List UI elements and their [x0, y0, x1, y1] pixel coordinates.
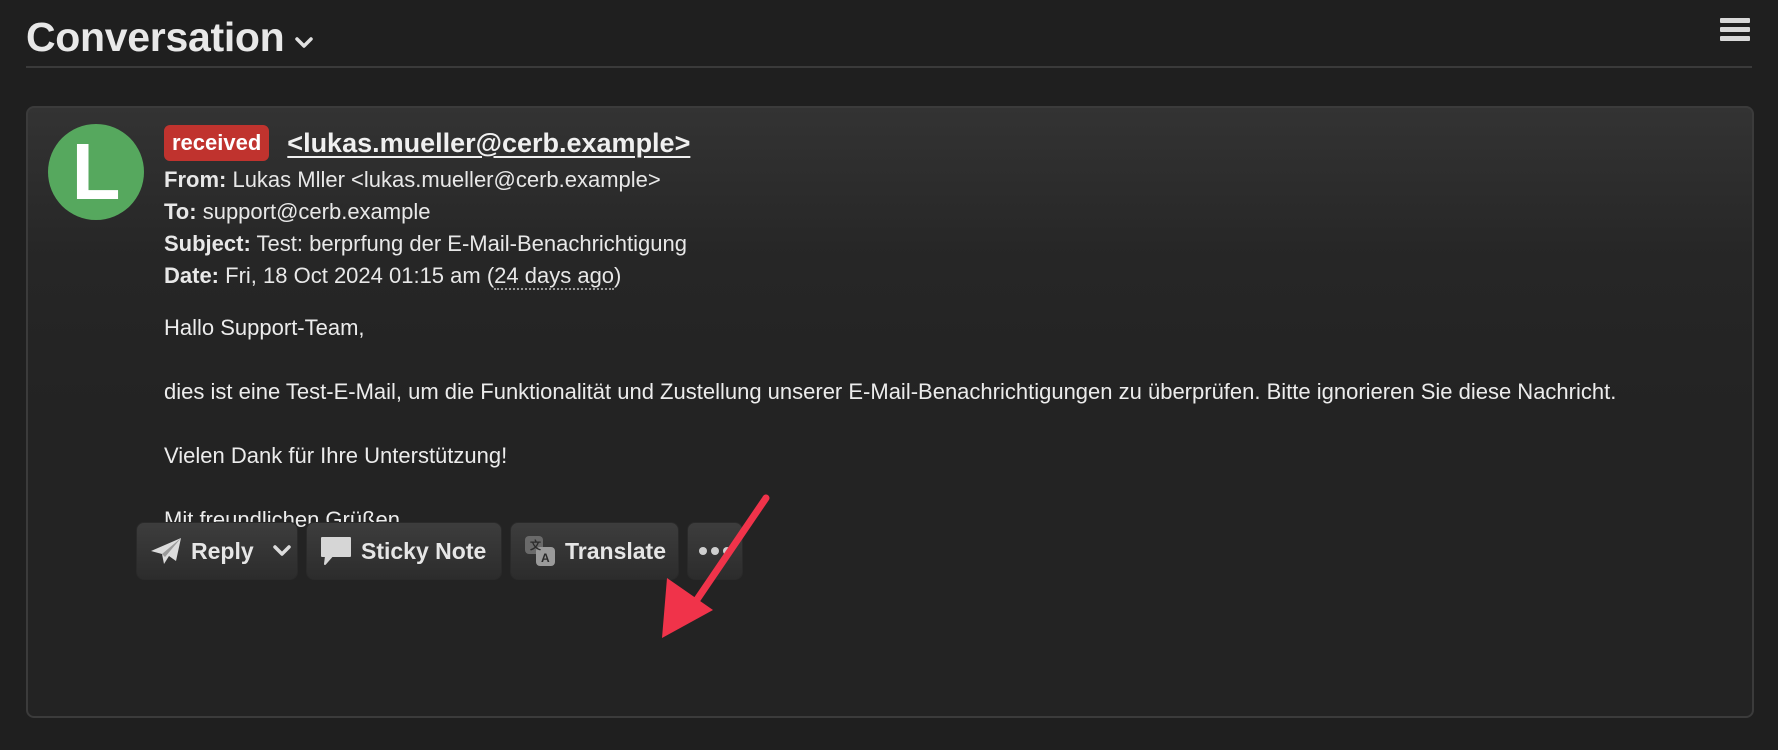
reply-label: Reply — [191, 537, 254, 564]
sticky-note-label: Sticky Note — [361, 537, 487, 564]
to-row: To: support@cerb.example — [164, 196, 1722, 228]
message-content: received <lukas.mueller@cerb.example> Fr… — [164, 124, 1722, 568]
to-value: support@cerb.example — [202, 199, 431, 224]
from-value: Lukas Mller <lukas.mueller@cerb.example> — [232, 167, 661, 192]
ellipsis-icon — [699, 547, 731, 555]
sticky-note-button[interactable]: Sticky Note — [306, 522, 502, 580]
conversation-header: Conversation — [26, 0, 1752, 68]
from-label: From: — [164, 167, 227, 192]
reply-button[interactable]: Reply — [136, 522, 298, 580]
subject-row: Subject: Test: berprfung der E-Mail-Bena… — [164, 228, 1722, 260]
message-top-line: received <lukas.mueller@cerb.example> — [164, 124, 1722, 162]
speech-bubble-icon — [321, 537, 351, 565]
from-row: From: Lukas Mller <lukas.mueller@cerb.ex… — [164, 164, 1722, 196]
subject-value: Test: berprfung der E-Mail-Benachrichtig… — [256, 231, 687, 256]
sender-link[interactable]: <lukas.mueller@cerb.example> — [287, 128, 690, 159]
status-badge: received — [164, 125, 270, 161]
date-row: Date: Fri, 18 Oct 2024 01:15 am (24 days… — [164, 260, 1722, 292]
subject-label: Subject: — [164, 231, 251, 256]
hamburger-menu-icon[interactable] — [1720, 18, 1750, 46]
conversation-title-toggle[interactable]: Conversation — [26, 14, 314, 61]
date-relative[interactable]: 24 days ago — [494, 263, 615, 290]
translate-icon: 文 A — [525, 536, 555, 566]
message-actions: Reply Sticky Note 文 A Translate — [136, 522, 751, 580]
chevron-down-icon[interactable] — [272, 544, 292, 558]
paper-plane-icon — [151, 538, 181, 564]
body-greeting: Hallo Support-Team, — [164, 315, 365, 340]
translate-button[interactable]: 文 A Translate — [510, 522, 679, 580]
body-paragraph: dies ist eine Test-E-Mail, um die Funkti… — [164, 379, 1617, 404]
date-relative-wrap: (24 days ago) — [486, 263, 622, 290]
svg-text:A: A — [541, 551, 550, 565]
svg-text:文: 文 — [530, 538, 542, 552]
translate-label: Translate — [565, 537, 666, 564]
chevron-down-icon — [295, 36, 314, 48]
page-title: Conversation — [26, 14, 285, 60]
to-label: To: — [164, 199, 197, 224]
message-card: L received <lukas.mueller@cerb.example> … — [26, 106, 1754, 718]
body-thanks: Vielen Dank für Ihre Unterstützung! — [164, 443, 508, 468]
more-actions-button[interactable] — [687, 522, 743, 580]
date-label: Date: — [164, 263, 220, 288]
message-headers: From: Lukas Mller <lukas.mueller@cerb.ex… — [164, 164, 1722, 292]
date-value: Fri, 18 Oct 2024 01:15 am — [225, 263, 481, 288]
avatar[interactable]: L — [48, 124, 144, 220]
